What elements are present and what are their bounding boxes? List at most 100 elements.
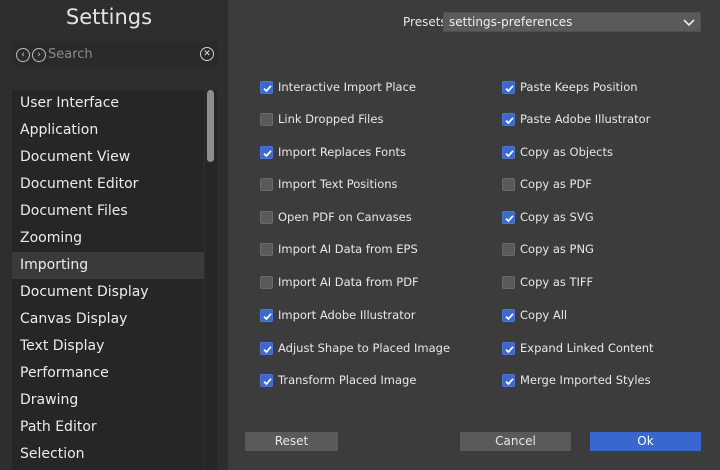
checkbox-unchecked[interactable] bbox=[260, 177, 273, 191]
checkmark-icon bbox=[263, 377, 272, 385]
checkbox-unchecked[interactable] bbox=[260, 112, 273, 126]
sidebar-item-selection[interactable]: Selection bbox=[12, 441, 204, 468]
option-label: Transform Placed Image bbox=[278, 373, 417, 387]
checkmark-icon bbox=[263, 345, 272, 353]
ok-button[interactable]: Ok bbox=[590, 432, 701, 451]
reset-button[interactable]: Reset bbox=[245, 432, 338, 451]
presets-dropdown[interactable]: settings-preferences bbox=[443, 12, 701, 32]
checkbox-checked[interactable] bbox=[502, 341, 515, 355]
option-label: Import Adobe Illustrator bbox=[278, 308, 416, 322]
option-label: Adjust Shape to Placed Image bbox=[278, 341, 451, 355]
option-label: Paste Adobe Illustrator bbox=[520, 112, 651, 126]
option-copy-as-tiff[interactable]: Copy as TIFF bbox=[502, 273, 593, 291]
search-bar: ‹ › ✕ bbox=[12, 42, 218, 66]
option-adjust-shape-to-placed-image[interactable]: Adjust Shape to Placed Image bbox=[260, 339, 450, 357]
checkbox-unchecked[interactable] bbox=[260, 242, 273, 256]
option-label: Merge Imported Styles bbox=[520, 373, 651, 387]
sidebar-item-canvas-display[interactable]: Canvas Display bbox=[12, 306, 204, 333]
sidebar: Settings ‹ › ✕ User InterfaceApplication… bbox=[0, 0, 228, 470]
option-import-text-positions[interactable]: Import Text Positions bbox=[260, 175, 398, 193]
option-import-ai-data-from-pdf[interactable]: Import AI Data from PDF bbox=[260, 273, 419, 291]
checkbox-checked[interactable] bbox=[260, 145, 273, 159]
option-label: Import AI Data from PDF bbox=[278, 275, 419, 289]
option-label: Import Text Positions bbox=[278, 177, 398, 191]
checkmark-icon bbox=[505, 116, 514, 124]
option-copy-as-objects[interactable]: Copy as Objects bbox=[502, 143, 613, 161]
option-label: Copy as PNG bbox=[520, 242, 594, 256]
option-label: Interactive Import Place bbox=[278, 80, 416, 94]
checkbox-checked[interactable] bbox=[502, 145, 515, 159]
checkmark-icon bbox=[505, 312, 514, 320]
category-list: User Interface Application Document View Do… bbox=[12, 90, 204, 470]
chevron-down-icon bbox=[683, 19, 695, 27]
option-expand-linked-content[interactable]: Expand Linked Content bbox=[502, 339, 654, 357]
clear-search-icon[interactable]: ✕ bbox=[200, 47, 214, 61]
option-label: Import AI Data from EPS bbox=[278, 242, 418, 256]
option-label: Import Replaces Fonts bbox=[278, 145, 406, 159]
option-copy-as-png[interactable]: Copy as PNG bbox=[502, 240, 594, 258]
presets-value: settings-preferences bbox=[449, 15, 573, 29]
sidebar-item-path-editor[interactable]: Path Editor bbox=[12, 414, 204, 441]
checkbox-unchecked[interactable] bbox=[260, 210, 273, 224]
option-label: Copy All bbox=[520, 308, 568, 322]
sidebar-item-importing[interactable]: Importing bbox=[12, 252, 204, 279]
option-label: Expand Linked Content bbox=[520, 341, 654, 355]
sidebar-item-document-view[interactable]: Document View bbox=[12, 144, 204, 171]
checkmark-icon bbox=[505, 214, 514, 222]
sidebar-item-document-files[interactable]: Document Files bbox=[12, 198, 204, 225]
option-copy-all[interactable]: Copy All bbox=[502, 306, 567, 324]
option-interactive-import-place[interactable]: Interactive Import Place bbox=[260, 78, 416, 96]
checkbox-checked[interactable] bbox=[502, 373, 515, 387]
option-paste-adobe-illustrator[interactable]: Paste Adobe Illustrator bbox=[502, 110, 650, 128]
back-arrow-icon[interactable]: ‹ bbox=[16, 48, 30, 62]
option-label: Copy as PDF bbox=[520, 177, 592, 191]
option-import-replaces-fonts[interactable]: Import Replaces Fonts bbox=[260, 143, 406, 161]
checkbox-checked[interactable] bbox=[260, 308, 273, 322]
cancel-button[interactable]: Cancel bbox=[460, 432, 571, 451]
sidebar-item-document-display[interactable]: Document Display bbox=[12, 279, 204, 306]
option-paste-keeps-position[interactable]: Paste Keeps Position bbox=[502, 78, 638, 96]
option-merge-imported-styles[interactable]: Merge Imported Styles bbox=[502, 371, 651, 389]
option-label: Open PDF on Canvases bbox=[278, 210, 412, 224]
checkmark-icon bbox=[263, 84, 272, 92]
checkbox-unchecked[interactable] bbox=[260, 275, 273, 289]
sidebar-item-zooming[interactable]: Zooming bbox=[12, 225, 204, 252]
checkbox-checked[interactable] bbox=[502, 112, 515, 126]
forward-arrow-icon[interactable]: › bbox=[32, 48, 46, 62]
option-label: Copy as SVG bbox=[520, 210, 594, 224]
sidebar-item-performance[interactable]: Performance bbox=[12, 360, 204, 387]
sidebar-title: Settings bbox=[65, 5, 153, 29]
option-import-ai-data-from-eps[interactable]: Import AI Data from EPS bbox=[260, 240, 418, 258]
option-label: Copy as TIFF bbox=[520, 275, 594, 289]
option-import-adobe-illustrator[interactable]: Import Adobe Illustrator bbox=[260, 306, 415, 324]
option-link-dropped-files[interactable]: Link Dropped Files bbox=[260, 110, 383, 128]
checkbox-unchecked[interactable] bbox=[502, 242, 515, 256]
sidebar-item-document-editor[interactable]: Document Editor bbox=[12, 171, 204, 198]
sidebar-item-text-display[interactable]: Text Display bbox=[12, 333, 204, 360]
option-label: Paste Keeps Position bbox=[520, 80, 638, 94]
checkmark-icon bbox=[505, 377, 514, 385]
presets-label: Presets bbox=[403, 15, 447, 29]
option-copy-as-pdf[interactable]: Copy as PDF bbox=[502, 175, 592, 193]
sidebar-item-application[interactable]: Application bbox=[12, 117, 204, 144]
search-input[interactable] bbox=[48, 44, 198, 64]
option-transform-placed-image[interactable]: Transform Placed Image bbox=[260, 371, 416, 389]
option-label: Link Dropped Files bbox=[278, 112, 384, 126]
checkbox-checked[interactable] bbox=[260, 80, 273, 94]
sidebar-item-drawing[interactable]: Drawing bbox=[12, 387, 204, 414]
checkbox-checked[interactable] bbox=[502, 308, 515, 322]
checkbox-checked[interactable] bbox=[502, 80, 515, 94]
category-scrollbar[interactable] bbox=[205, 90, 217, 470]
checkmark-icon bbox=[505, 84, 514, 92]
checkbox-checked[interactable] bbox=[260, 341, 273, 355]
option-open-pdf-on-canvases[interactable]: Open PDF on Canvases bbox=[260, 208, 412, 226]
checkbox-checked[interactable] bbox=[260, 373, 273, 387]
option-copy-as-svg[interactable]: Copy as SVG bbox=[502, 208, 594, 226]
checkbox-unchecked[interactable] bbox=[502, 177, 515, 191]
checkbox-unchecked[interactable] bbox=[502, 275, 515, 289]
checkmark-icon bbox=[263, 149, 272, 157]
scroll-thumb[interactable] bbox=[207, 90, 214, 162]
checkbox-checked[interactable] bbox=[502, 210, 515, 224]
option-label: Copy as Objects bbox=[520, 145, 613, 159]
sidebar-item-user-interface[interactable]: User Interface bbox=[12, 90, 204, 117]
